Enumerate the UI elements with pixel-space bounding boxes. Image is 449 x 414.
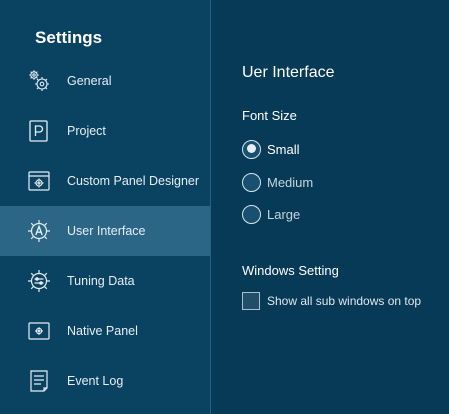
sidebar-item-event-log[interactable]: Event Log <box>0 356 210 406</box>
panel-designer-icon <box>26 168 52 194</box>
sidebar-item-label: Tuning Data <box>67 274 135 288</box>
project-p-icon <box>26 118 52 144</box>
radio-label: Small <box>267 141 300 157</box>
sidebar-item-label: Custom Panel Designer <box>67 174 200 188</box>
radio-label: Medium <box>267 174 314 190</box>
native-panel-icon <box>26 318 52 344</box>
tuning-gear-icon <box>26 268 52 294</box>
sidebar-item-project[interactable]: Project <box>0 106 210 156</box>
sidebar-item-tuning-data[interactable]: Tuning Data <box>0 256 210 306</box>
font-size-label: Font Size <box>242 108 297 123</box>
user-interface-gear-icon <box>26 218 52 244</box>
sidebar-title: Settings <box>35 28 103 47</box>
gears-icon <box>26 68 52 94</box>
windows-setting-label: Windows Setting <box>242 263 339 278</box>
show-sub-windows-checkbox-row[interactable]: Show all sub windows on top <box>242 292 421 310</box>
sidebar-item-user-interface[interactable]: User Interface <box>0 206 210 256</box>
page-title: Uer Interface <box>242 64 335 81</box>
sidebar-item-general[interactable]: General <box>0 56 210 106</box>
sidebar-nav: General Project Custom Panel Designer Us… <box>0 56 210 406</box>
sidebar-item-label: General <box>67 74 112 88</box>
font-size-large-radio[interactable]: Large <box>242 204 300 224</box>
sidebar-item-label: Project <box>67 124 106 138</box>
radio-button[interactable] <box>242 172 261 192</box>
show-sub-windows-checkbox[interactable] <box>242 292 260 310</box>
radio-button[interactable] <box>242 204 261 224</box>
sidebar-item-custom-panel-designer[interactable]: Custom Panel Designer <box>0 156 210 206</box>
sidebar-item-label: User Interface <box>67 224 146 238</box>
sidebar: Settings General Project Custom Panel De… <box>0 0 210 414</box>
checkbox-label: Show all sub windows on top <box>267 294 422 308</box>
radio-button-checked[interactable] <box>242 139 261 159</box>
sidebar-item-native-panel[interactable]: Native Panel <box>0 306 210 356</box>
event-log-icon <box>26 368 52 394</box>
sidebar-item-label: Event Log <box>67 374 124 388</box>
radio-label: Large <box>267 206 301 222</box>
sidebar-item-label: Native Panel <box>67 324 138 338</box>
font-size-medium-radio[interactable]: Medium <box>242 172 313 192</box>
font-size-small-radio[interactable]: Small <box>242 139 300 159</box>
